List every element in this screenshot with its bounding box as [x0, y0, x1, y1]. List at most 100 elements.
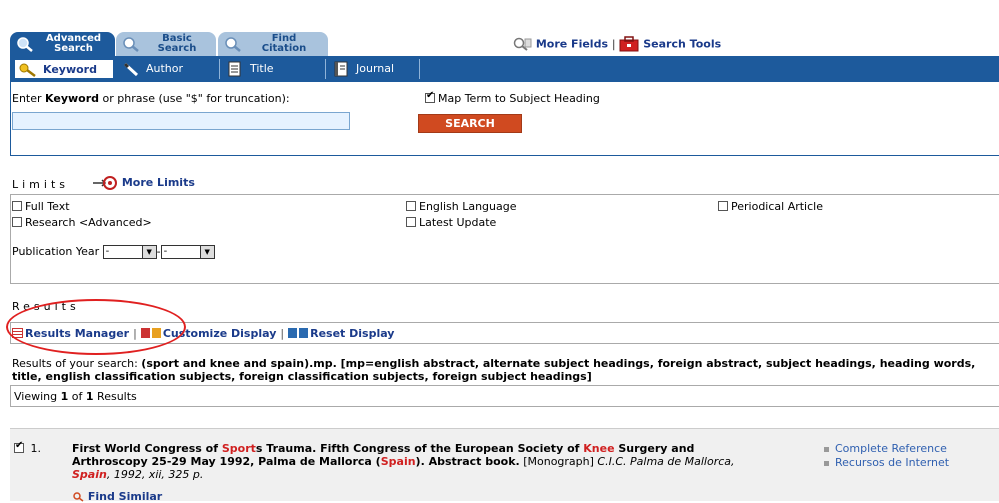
citation-part4: ). Abstract book.: [415, 455, 520, 468]
keyword-prompt-suffix: or phrase (use "$" for truncation):: [99, 92, 290, 105]
reset-display-link[interactable]: Reset Display: [288, 327, 394, 340]
top-tools: More Fields | Search Tools: [512, 36, 721, 54]
tab-basic-search[interactable]: Basic Search: [116, 32, 216, 56]
tab-journal-label: Journal: [356, 62, 395, 75]
result-number: 1.: [14, 440, 42, 455]
tab-keyword[interactable]: Keyword: [14, 59, 114, 79]
viewing-suffix: Results: [93, 390, 137, 403]
tab-advanced-search[interactable]: Advanced Search: [10, 32, 115, 56]
citation-highlight-sport: Sport: [221, 442, 256, 455]
publication-year-label: Publication Year: [12, 245, 100, 258]
english-label: English Language: [419, 200, 517, 213]
citation-type: [Monograph]: [519, 455, 598, 468]
result-citation: First World Congress of Sports Trauma. F…: [72, 442, 772, 481]
magnifier-icon: [17, 37, 33, 52]
research-label: Research <Advanced>: [25, 216, 152, 229]
limit-research[interactable]: Research <Advanced>: [12, 216, 152, 229]
keyword-prompt-prefix: Enter: [12, 92, 46, 105]
query-text: (sport and knee and spain).mp. [mp=engli…: [12, 357, 976, 383]
tab-journal[interactable]: Journal: [328, 59, 420, 79]
citation-highlight-spain: Spain: [380, 455, 416, 468]
citation-source-highlight: Spain: [72, 468, 107, 481]
viewing-prefix: Viewing: [14, 390, 61, 403]
full-text-checkbox[interactable]: [12, 201, 22, 211]
periodical-label: Periodical Article: [731, 200, 823, 213]
viewing-mid: of: [68, 390, 86, 403]
year-to-value: -: [163, 246, 168, 257]
more-fields-icon: [513, 37, 532, 51]
key-icon: [19, 63, 36, 77]
tab-find-citation[interactable]: Find Citation: [218, 32, 328, 56]
citation-part2: s Trauma. Fifth Congress of the European…: [255, 442, 584, 455]
document-icon: [228, 61, 241, 77]
search-query-summary: Results of your search: (sport and knee …: [12, 357, 987, 383]
result-index: 1.: [30, 442, 42, 455]
latest-update-checkbox[interactable]: [406, 217, 416, 227]
tab-title[interactable]: Title: [222, 59, 326, 79]
tab-author[interactable]: Author: [118, 59, 220, 79]
bullet-icon: [824, 460, 829, 466]
map-term-checkbox[interactable]: [425, 90, 435, 103]
internet-resources-link[interactable]: Recursos de Internet: [824, 456, 949, 470]
research-checkbox[interactable]: [12, 217, 22, 227]
target-arrow-icon: [93, 176, 117, 190]
limit-latest-update[interactable]: Latest Update: [406, 216, 496, 229]
toolbox-icon: [619, 36, 639, 52]
search-tools-label: Search Tools: [643, 37, 722, 51]
bullet-icon: [824, 446, 829, 452]
tab-title-label: Title: [250, 62, 274, 75]
viewing-count: Viewing 1 of 1 Results: [14, 390, 137, 403]
internet-resources-label: Recursos de Internet: [835, 456, 950, 469]
tab-author-label: Author: [146, 62, 184, 75]
field-tab-bar: Keyword Author Title Journal: [10, 56, 999, 82]
search-tools-link[interactable]: Search Tools: [619, 36, 722, 52]
citation-highlight-knee: Knee: [583, 442, 615, 455]
keyword-prompt-bold: Keyword: [45, 92, 100, 105]
reset-display-label: Reset Display: [310, 327, 395, 340]
keyword-prompt: Enter Keyword or phrase (use "$" for tru…: [12, 92, 290, 105]
search-button[interactable]: SEARCH: [418, 114, 522, 133]
more-limits-link[interactable]: More Limits: [92, 175, 195, 191]
journal-icon: [334, 61, 348, 77]
publication-year: Publication Year - ▼ - - ▼: [12, 245, 215, 259]
year-from-value: -: [105, 246, 110, 257]
more-fields-label: More Fields: [535, 37, 608, 51]
more-limits-label: More Limits: [121, 176, 195, 189]
citation-part1: First World Congress of: [72, 442, 222, 455]
periodical-checkbox[interactable]: [718, 201, 728, 211]
complete-reference-link[interactable]: Complete Reference: [824, 442, 949, 456]
full-text-label: Full Text: [25, 200, 70, 213]
map-term-option[interactable]: Map Term to Subject Heading: [425, 90, 600, 105]
complete-reference-label: Complete Reference: [835, 442, 947, 455]
english-checkbox[interactable]: [406, 201, 416, 211]
citation-source2: , 1992, xii, 325 p.: [106, 468, 204, 481]
chevron-down-icon: ▼: [141, 246, 156, 258]
viewing-bar: [10, 385, 999, 407]
year-to-select[interactable]: - ▼: [160, 245, 215, 259]
reset-icon: [288, 328, 309, 338]
citation-source1: C.I.C. Palma de Mallorca,: [597, 455, 735, 468]
more-fields-link[interactable]: More Fields: [512, 37, 612, 51]
year-from-select[interactable]: - ▼: [102, 245, 157, 259]
find-similar-label: Find Similar: [87, 490, 163, 503]
map-term-label: Map Term to Subject Heading: [438, 92, 600, 105]
keyword-search-input[interactable]: [12, 112, 350, 130]
magnifier-icon: [225, 37, 241, 52]
result-links: Complete Reference Recursos de Internet: [824, 442, 949, 470]
tab-advanced-line2: Search: [54, 43, 93, 54]
latest-update-label: Latest Update: [419, 216, 497, 229]
magnifier-icon: [123, 37, 139, 52]
tab-keyword-label: Keyword: [43, 63, 97, 76]
query-prefix: Results of your search:: [12, 357, 142, 370]
find-similar-link[interactable]: Find Similar: [72, 490, 162, 503]
tab-find-line2: Citation: [261, 43, 307, 54]
limit-english[interactable]: English Language: [406, 200, 517, 213]
limits-heading: Limits: [12, 178, 69, 191]
result-select-checkbox[interactable]: [14, 440, 24, 453]
pen-icon: [123, 62, 139, 77]
tab-basic-line2: Search: [157, 43, 197, 54]
limit-full-text[interactable]: Full Text: [12, 200, 70, 213]
annotation-circle: [6, 299, 186, 355]
limit-periodical[interactable]: Periodical Article: [718, 200, 823, 213]
chevron-down-icon: ▼: [199, 246, 214, 258]
